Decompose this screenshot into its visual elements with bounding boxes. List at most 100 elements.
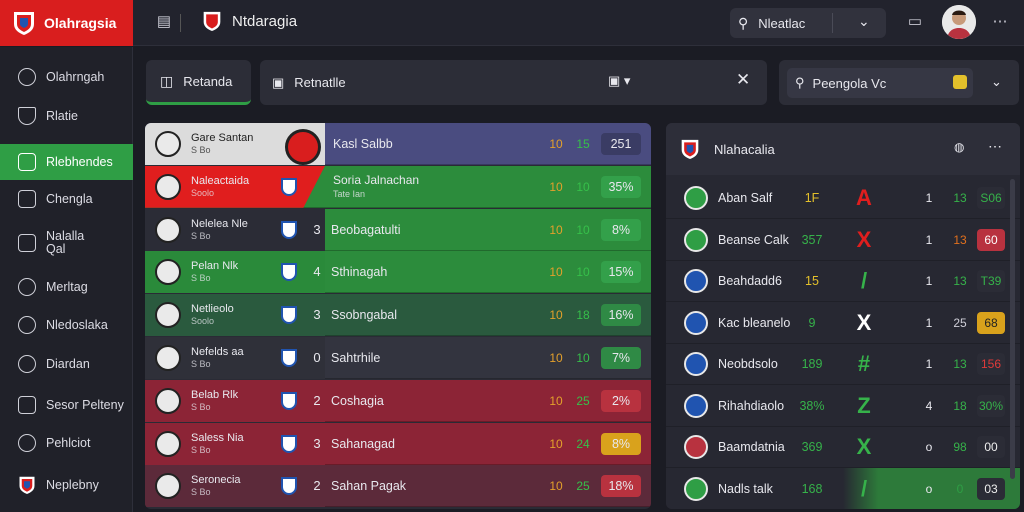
right-search-input[interactable]: ⚲ Peengola Vc <box>787 68 973 98</box>
percent-badge: 30% <box>977 394 1005 417</box>
rank: 2 <box>313 392 321 408</box>
more-icon[interactable]: ⋯ <box>988 138 1002 155</box>
stats-row[interactable]: Neobdsolo 189 # 1 13 156 <box>666 343 1020 385</box>
player-cell: Seronecia S Bo <box>145 465 325 508</box>
player-name-block: Nelelea Nle S Bo <box>191 218 248 242</box>
sidebar-item-7[interactable]: Diardan <box>0 346 133 382</box>
percent-badge: 35% <box>601 175 641 198</box>
table-row[interactable]: Gare Santan S Bo Kasl Salbb 10 15 251 <box>145 123 651 165</box>
sidebar-item-5[interactable]: Merltag <box>0 269 133 305</box>
stats-row[interactable]: Baamdatnia 369 X o 98 00 <box>666 426 1020 468</box>
badge-icon <box>953 75 967 89</box>
percent-badge: 156 <box>977 353 1005 375</box>
sidebar-item-4[interactable]: Nalalla Qal <box>0 223 133 263</box>
filter-dropdown-icon[interactable]: ▣ ▾ <box>608 73 630 89</box>
stat-a: 10 <box>549 308 563 323</box>
trend-icon: A <box>856 185 872 210</box>
chat-icon <box>18 355 36 373</box>
stats-row[interactable]: Kac bleanelo 9 X 1 25 68 <box>666 302 1020 344</box>
stat-a: 10 <box>549 393 563 408</box>
stat-m: 13 <box>953 274 967 288</box>
close-icon[interactable]: ✕ <box>736 70 750 90</box>
percent-badge: S06 <box>977 187 1005 209</box>
stats-row[interactable]: Nadls talk 168 / o 0 03 <box>666 467 1020 509</box>
team-badge-icon <box>684 186 708 210</box>
options-icon[interactable]: ◍ <box>954 140 964 154</box>
chevron-down-icon[interactable]: ⌄ <box>858 13 870 30</box>
page-title: Ntdaragia <box>232 13 298 30</box>
stat-a: 10 <box>549 137 563 151</box>
table-row[interactable]: Naleactaida Soolo Soria Jalnachan Tate I… <box>145 165 651 208</box>
player-cell: Naleactaida Soolo <box>145 165 325 208</box>
player-name: Saless Nia <box>191 431 244 444</box>
divider <box>180 14 181 32</box>
sidebar-item-2[interactable]: Rlebhendes <box>0 144 133 180</box>
filter-bar[interactable]: ▣ Retnatlle ▣ ▾ ✕ <box>260 60 767 105</box>
stat-a: 10 <box>549 479 563 494</box>
club-badge-icon <box>285 129 321 165</box>
player-avatar-icon <box>155 345 181 371</box>
stat-m: 13 <box>953 232 967 247</box>
stats-row[interactable]: Beanse Calk 357 X 1 13 60 <box>666 219 1020 261</box>
chevron-down-icon[interactable]: ⌄ <box>991 74 1002 90</box>
scrollbar[interactable] <box>1010 179 1015 479</box>
tab-standings[interactable]: ◫ Retanda <box>146 60 251 105</box>
player-name: Pelan Nlk <box>191 260 239 273</box>
lock-icon: ▣ <box>272 74 285 90</box>
player-name: Seronecia <box>191 474 241 487</box>
stats-panel-title: Nlahacalia <box>714 141 775 157</box>
stats-row[interactable]: Beahdadd6 15 / 1 13 T39 <box>666 260 1020 302</box>
header-search[interactable]: ⚲ Nleatlac ⌄ <box>730 8 886 38</box>
avatar[interactable] <box>942 5 976 39</box>
brand[interactable]: Olahragsia <box>0 0 133 46</box>
document-icon[interactable]: ▤ <box>154 12 174 32</box>
stat-n: 1 <box>925 315 933 330</box>
table-row[interactable]: Nelelea Nle S Bo 3 Beobagatulti 10 10 8% <box>145 208 651 251</box>
divider <box>832 13 833 33</box>
sidebar-item-3[interactable]: Chengla <box>0 181 133 217</box>
table-row[interactable]: Pelan Nlk S Bo 4 Sthinagah 10 10 15% <box>145 251 651 294</box>
more-icon[interactable]: ⋯ <box>990 12 1010 32</box>
stat-m: 18 <box>953 398 967 413</box>
team-name: Beobagatulti <box>331 222 401 237</box>
player-name: Netlieolo <box>191 303 234 316</box>
percent-badge: 68 <box>977 311 1005 334</box>
sidebar-item-0[interactable]: Olahrngah <box>0 59 133 95</box>
sidebar-item-9[interactable]: Pehlciot <box>0 425 133 461</box>
sidebar-item-label: Diardan <box>46 357 90 371</box>
player-sub: Soolo <box>191 316 215 327</box>
player-sub: S Bo <box>191 273 211 284</box>
sidebar-item-label: Neplebny <box>46 478 99 492</box>
sidebar-item-1[interactable]: Rlatie <box>0 98 133 134</box>
sidebar-item-10[interactable]: Neplebny <box>0 467 133 503</box>
player-name-block: Naleactaida Soolo <box>191 175 249 199</box>
crest-icon <box>14 12 34 35</box>
player-name-block: Belab Rlk S Bo <box>191 389 238 413</box>
sidebar-item-label: Nalalla Qal <box>46 229 85 256</box>
table-row[interactable]: Nefelds aa S Bo 0 Sahtrhile 10 10 7% <box>145 337 651 379</box>
trend-icon: / <box>860 475 868 501</box>
stats-row[interactable]: Rihahdiaolo 38% Z 4 18 30% <box>666 385 1020 427</box>
table-row[interactable]: Netlieolo Soolo 3 Ssobngabal 10 18 16% <box>145 294 651 337</box>
window-icon[interactable]: ▭ <box>905 12 925 32</box>
stats-row[interactable]: Aban Salf 1F A 1 13 S06 <box>666 177 1020 219</box>
sidebar-item-6[interactable]: Nledoslaka <box>0 307 133 343</box>
player-name-block: Gare Santan S Bo <box>191 132 253 156</box>
team-badge-icon <box>684 352 708 376</box>
crest-icon <box>19 476 35 494</box>
table-row[interactable]: Saless Nia S Bo 3 Sahanagad 10 24 8% <box>145 422 651 465</box>
player-avatar-icon <box>155 216 181 243</box>
table-row[interactable]: Belab Rlk S Bo 2 Coshagia 10 25 2% <box>145 379 651 422</box>
rank: 3 <box>313 307 321 323</box>
sidebar-item-8[interactable]: Sesor Pelteny <box>0 387 133 423</box>
percent-badge: 7% <box>601 347 641 369</box>
player-avatar-icon <box>155 430 181 457</box>
team-sub: Tate Ian <box>333 188 366 199</box>
player-name: Nelelea Nle <box>191 217 248 230</box>
stat-b: 15 <box>576 137 590 151</box>
team-badge-icon <box>684 393 708 418</box>
trend-icon: X <box>856 226 872 252</box>
table-row[interactable]: Seronecia S Bo 2 Sahan Pagak 10 25 18% <box>145 465 651 508</box>
sidebar-item-label: Pehlciot <box>46 436 91 450</box>
player-avatar-icon <box>155 302 181 329</box>
